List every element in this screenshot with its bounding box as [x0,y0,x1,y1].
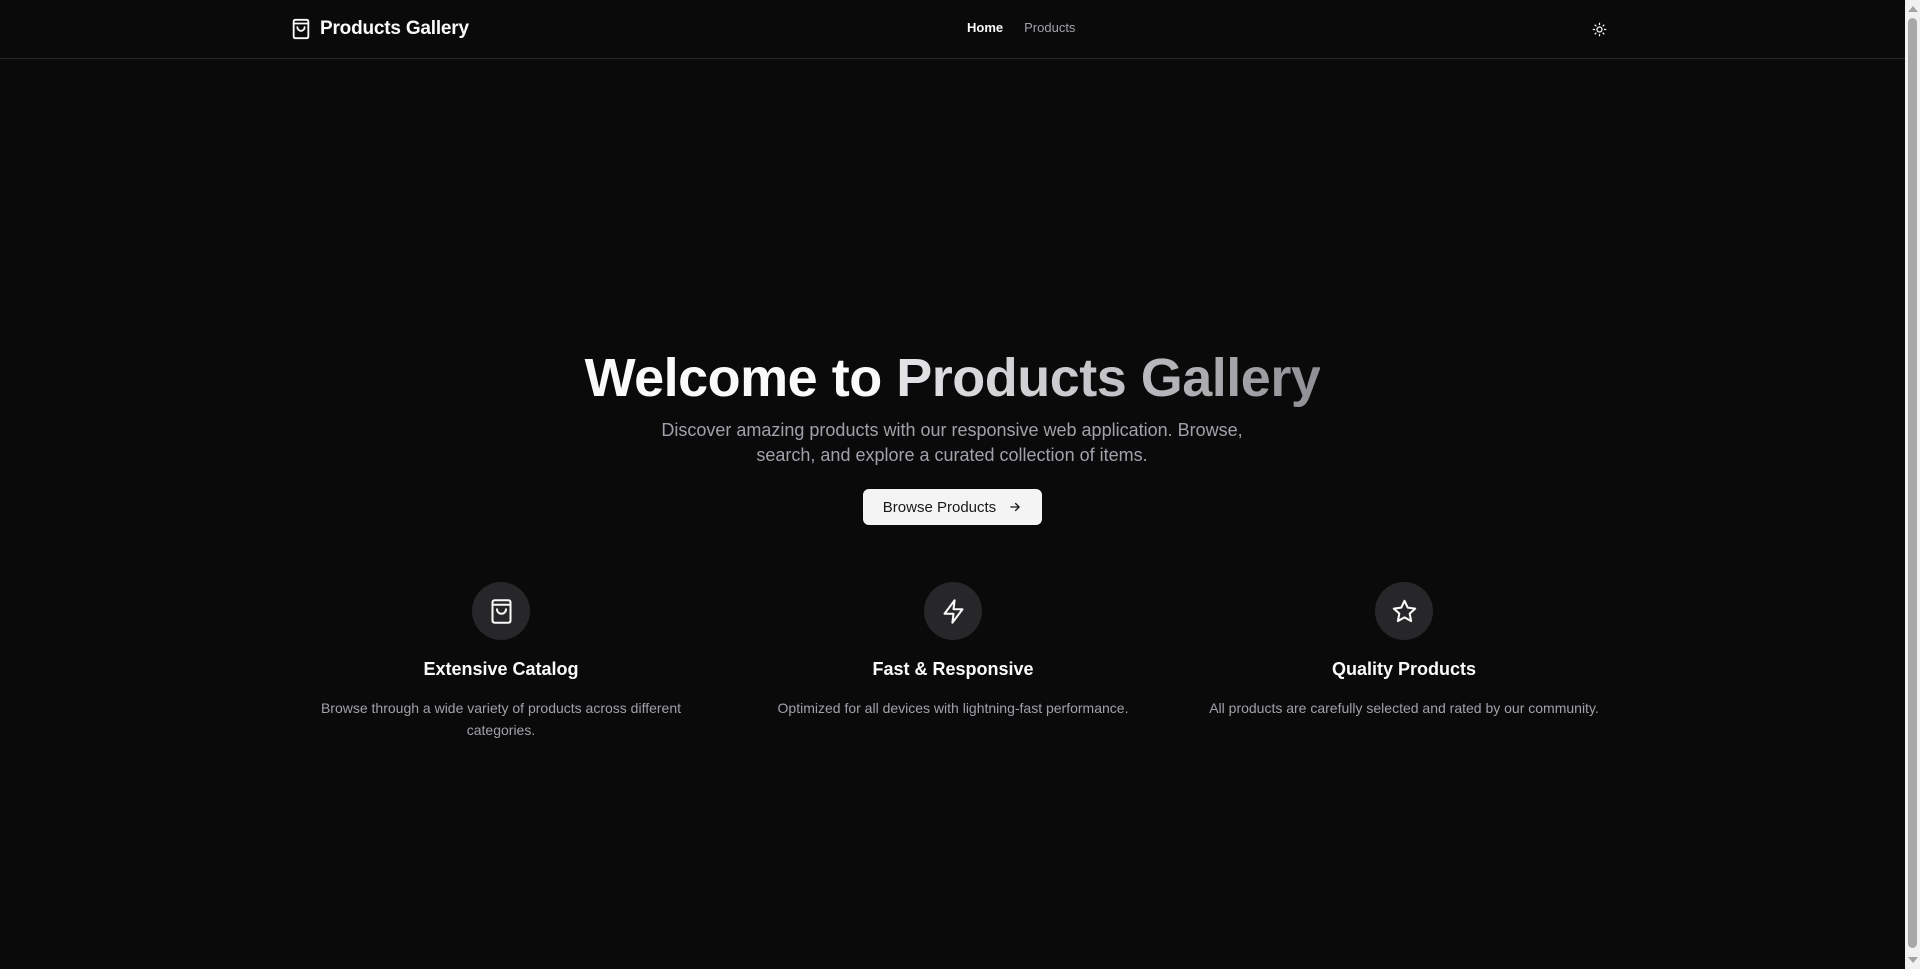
feature-title: Quality Products [1331,659,1477,679]
feature-description: All products are carefully selected and … [1209,700,1599,716]
star-icon [1392,599,1416,622]
feature-card-quality: Quality Products All products are carefu… [1193,582,1615,719]
brand-link[interactable]: Products Gallery [290,16,469,42]
shopping-bag-icon [490,598,512,624]
scroll-down-arrow[interactable] [1908,957,1918,963]
hero-title-plain: Welcome to [584,348,883,408]
browse-products-button[interactable]: Browse Products [863,489,1042,525]
scroll-up-arrow[interactable] [1908,6,1918,12]
feature-title: Fast & Responsive [872,659,1034,679]
sun-icon [1592,22,1606,36]
feature-description: Optimized for all devices with lightning… [777,700,1129,716]
page: Products Gallery Home Products Welcome t… [0,0,1920,969]
main-nav: Home Products [967,20,1075,35]
scroll-thumb[interactable] [1908,18,1917,948]
browse-products-label: Browse Products [882,498,997,516]
lightning-icon [942,598,964,624]
theme-toggle-button[interactable] [1588,18,1610,40]
hero-title-highlight: Products Gallery [896,348,1321,408]
feature-title: Extensive Catalog [423,659,579,679]
hero-subtitle: Discover amazing products with our respo… [661,420,1243,465]
hero-title: Welcome to Products Gallery [0,345,1905,411]
feature-description: Browse through a wide variety of product… [320,700,682,738]
feature-icon-circle [1375,582,1433,640]
nav-link-products[interactable]: Products [1024,20,1075,35]
site-header: Products Gallery Home Products [0,0,1905,59]
arrow-right-icon [1010,502,1020,512]
brand-title: Products Gallery [320,18,469,39]
shopping-bag-icon [292,18,310,40]
feature-card-catalog: Extensive Catalog Browse through a wide … [310,582,692,741]
vertical-scrollbar[interactable] [1905,0,1920,969]
feature-icon-circle [472,582,530,640]
feature-card-fast: Fast & Responsive Optimized for all devi… [762,582,1144,719]
feature-icon-circle [924,582,982,640]
nav-link-home[interactable]: Home [967,20,1003,35]
